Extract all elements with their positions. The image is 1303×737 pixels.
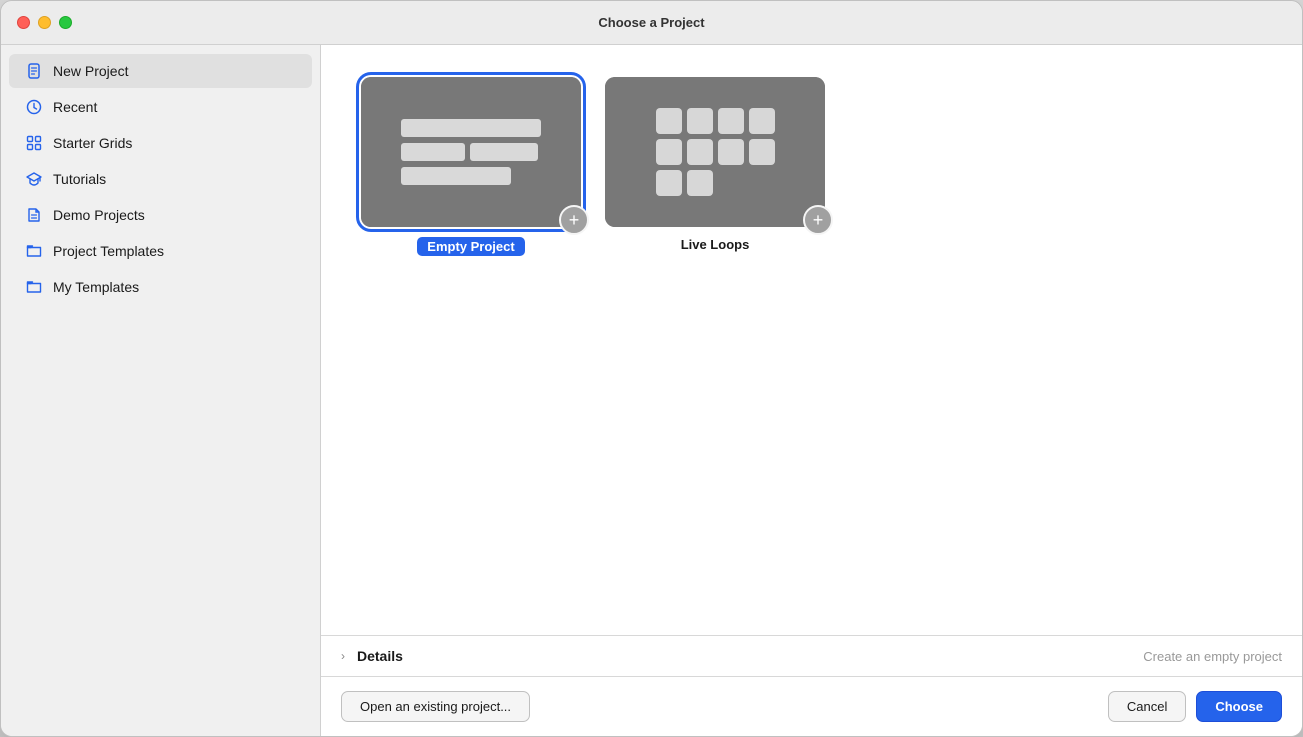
sidebar-item-tutorials-label: Tutorials [53, 171, 106, 187]
close-button[interactable] [17, 16, 30, 29]
clock-icon [25, 98, 43, 116]
sidebar-item-demo-projects[interactable]: Demo Projects [9, 198, 312, 232]
sidebar-item-my-templates[interactable]: My Templates [9, 270, 312, 304]
grid-icon [25, 134, 43, 152]
details-label: Details [357, 648, 403, 664]
window: Choose a Project New Project [0, 0, 1303, 737]
empty-project-name: Empty Project [417, 237, 524, 256]
details-row[interactable]: › Details Create an empty project [321, 636, 1302, 677]
sidebar-item-project-templates[interactable]: Project Templates [9, 234, 312, 268]
minimize-button[interactable] [38, 16, 51, 29]
demo-doc-icon [25, 206, 43, 224]
folder-project-icon [25, 242, 43, 260]
cancel-button[interactable]: Cancel [1108, 691, 1186, 722]
sidebar-item-recent-label: Recent [53, 99, 97, 115]
action-row: Open an existing project... Cancel Choos… [321, 677, 1302, 736]
project-grid: + Empty Project [321, 45, 1302, 635]
chevron-right-icon: › [341, 649, 345, 663]
sidebar: New Project Recent [1, 45, 321, 736]
sidebar-item-project-templates-label: Project Templates [53, 243, 164, 259]
choose-button[interactable]: Choose [1196, 691, 1282, 722]
empty-project-plus-badge: + [559, 205, 589, 235]
details-description: Create an empty project [1143, 649, 1282, 664]
dialog-buttons: Cancel Choose [1108, 691, 1282, 722]
live-loops-thumbnail: + [605, 77, 825, 227]
sidebar-item-my-templates-label: My Templates [53, 279, 139, 295]
live-loops-name: Live Loops [681, 237, 750, 252]
live-loops-plus-badge: + [803, 205, 833, 235]
sidebar-item-new-project[interactable]: New Project [9, 54, 312, 88]
window-body: New Project Recent [1, 45, 1302, 736]
project-card-empty-project[interactable]: + Empty Project [361, 77, 581, 256]
sidebar-item-starter-grids-label: Starter Grids [53, 135, 132, 151]
titlebar: Choose a Project [1, 1, 1302, 45]
open-existing-button[interactable]: Open an existing project... [341, 691, 530, 722]
empty-project-thumb-inner [361, 77, 581, 227]
sidebar-item-tutorials[interactable]: Tutorials [9, 162, 312, 196]
sidebar-item-demo-projects-label: Demo Projects [53, 207, 145, 223]
main-content: + Empty Project [321, 45, 1302, 736]
window-title: Choose a Project [598, 15, 704, 30]
folder-my-icon [25, 278, 43, 296]
maximize-button[interactable] [59, 16, 72, 29]
sidebar-item-starter-grids[interactable]: Starter Grids [9, 126, 312, 160]
traffic-lights [17, 16, 72, 29]
graduation-icon [25, 170, 43, 188]
live-loops-thumb-inner [605, 77, 825, 227]
sidebar-item-new-project-label: New Project [53, 63, 128, 79]
doc-icon [25, 62, 43, 80]
bottom-section: › Details Create an empty project Open a… [321, 635, 1302, 736]
empty-project-thumbnail: + [361, 77, 581, 227]
sidebar-item-recent[interactable]: Recent [9, 90, 312, 124]
project-card-live-loops[interactable]: + Live Loops [605, 77, 825, 256]
